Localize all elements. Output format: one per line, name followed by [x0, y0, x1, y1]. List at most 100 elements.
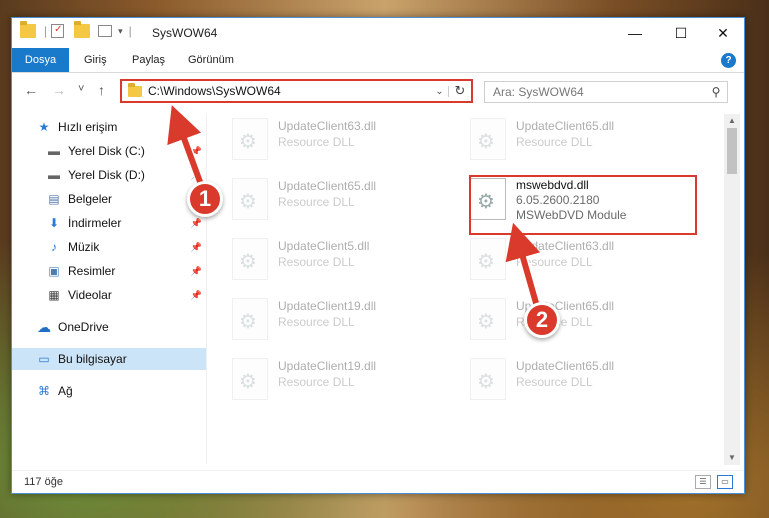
customize-dropdown-icon[interactable]: ▾: [118, 26, 123, 37]
file-type: Resource DLL: [516, 255, 593, 269]
dll-file-icon: [470, 298, 506, 340]
search-box[interactable]: Ara: SysWOW64 ⚲: [484, 81, 728, 103]
step-badge-1: 1: [187, 181, 223, 217]
sidebar-item-downloads[interactable]: ⬇ İndirmeler 📌: [12, 212, 206, 234]
properties-icon[interactable]: ✓: [51, 24, 65, 38]
separator: |: [128, 24, 132, 38]
file-name: UpdateClient5.dll: [278, 239, 370, 253]
dll-file-icon: [232, 178, 268, 220]
file-type: MSWebDVD Module: [516, 208, 627, 222]
address-bar[interactable]: C:\Windows\SysWOW64 ⌄ ↻: [120, 79, 473, 103]
sidebar-item-onedrive[interactable]: ☁ OneDrive: [12, 316, 206, 338]
list-item[interactable]: UpdateClient65.dllResource DLL: [470, 294, 700, 350]
dll-file-icon: [232, 358, 268, 400]
chevron-down-icon[interactable]: ⌄: [431, 85, 449, 97]
drive-icon: ▬: [48, 168, 60, 182]
dll-file-icon: [232, 238, 268, 280]
sidebar-item-label: Belgeler: [68, 192, 113, 206]
file-type: Resource DLL: [278, 315, 355, 329]
pin-icon: 📌: [190, 241, 202, 252]
refresh-icon[interactable]: ↻: [449, 83, 471, 99]
sidebar-item-label: Yerel Disk (C:): [68, 144, 145, 158]
list-item[interactable]: UpdateClient5.dll Resource DLL: [232, 234, 462, 290]
tab-view[interactable]: Görünüm: [178, 48, 244, 72]
sidebar-item-disk-c[interactable]: ▬ Yerel Disk (C:) 📌: [12, 140, 206, 162]
dll-file-icon: [232, 118, 268, 160]
file-name: UpdateClient63.dll: [278, 119, 377, 133]
file-name: UpdateClient65.dll: [278, 179, 377, 193]
sidebar-item-label: Videolar: [68, 288, 112, 302]
tab-file[interactable]: Dosya: [12, 48, 69, 72]
status-bar: 117 öğe ☰ ▭: [12, 470, 744, 492]
sidebar-item-quick-access[interactable]: ★ Hızlı erişim: [12, 116, 206, 138]
list-item-mswebdvd[interactable]: mswebdvd.dll 6.05.2600.2180 MSWebDVD Mod…: [470, 174, 700, 230]
file-type: Resource DLL: [516, 375, 593, 389]
network-icon: ⌘: [38, 384, 50, 398]
sidebar-item-music[interactable]: ♪ Müzik 📌: [12, 236, 206, 258]
dll-file-icon: [470, 178, 506, 220]
file-type: Resource DLL: [278, 375, 355, 389]
sidebar-item-label: İndirmeler: [68, 216, 122, 230]
minimize-button[interactable]: —: [612, 18, 658, 48]
vertical-scrollbar[interactable]: ▲ ▼: [724, 114, 740, 465]
file-name: UpdateClient63.dll: [516, 239, 615, 253]
help-button[interactable]: ?: [721, 53, 736, 68]
sidebar-item-videos[interactable]: ▦ Videolar 📌: [12, 284, 206, 306]
navigation-pane: ★ Hızlı erişim ▬ Yerel Disk (C:) 📌 ▬ Yer…: [12, 114, 206, 464]
file-name: UpdateClient65.dll: [516, 359, 615, 373]
pictures-icon: ▣: [48, 264, 60, 278]
sidebar-item-network[interactable]: ⌘ Ağ: [12, 380, 206, 402]
documents-icon: ▤: [48, 192, 60, 206]
new-folder-icon[interactable]: [74, 21, 91, 38]
list-item[interactable]: UpdateClient63.dll Resource DLL: [232, 114, 462, 170]
list-item[interactable]: UpdateClient65.dll Resource DLL: [470, 354, 700, 410]
details-view-icon[interactable]: ☰: [695, 475, 711, 489]
sidebar-item-label: Bu bilgisayar: [58, 352, 127, 366]
computer-icon: ▭: [38, 352, 50, 366]
scroll-up-icon[interactable]: ▲: [724, 114, 740, 128]
forward-button[interactable]: →: [52, 82, 66, 98]
sidebar-item-label: OneDrive: [58, 320, 109, 334]
list-item[interactable]: UpdateClient19.dll Resource DLL: [232, 354, 462, 410]
list-item[interactable]: UpdateClient65.dllResource DLL: [470, 114, 700, 170]
file-type: Resource DLL: [278, 135, 355, 149]
maximize-button[interactable]: ☐: [658, 18, 704, 48]
file-name: UpdateClient19.dll: [278, 359, 377, 373]
file-list: UpdateClient63.dll Resource DLL UpdateCli…: [218, 112, 724, 464]
sidebar-item-label: Hızlı erişim: [58, 120, 118, 134]
sidebar-item-label: Resimler: [68, 264, 116, 278]
pin-icon: 📌: [190, 217, 202, 228]
window-title: SysWOW64: [152, 26, 218, 40]
tab-home[interactable]: Giriş: [74, 48, 117, 72]
back-button[interactable]: ←: [24, 82, 38, 98]
tab-share[interactable]: Paylaş: [122, 48, 175, 72]
scroll-thumb[interactable]: [727, 128, 737, 174]
close-button[interactable]: ✕: [700, 18, 746, 48]
dll-file-icon: [470, 118, 506, 160]
folder-icon: [128, 82, 142, 97]
up-button[interactable]: ↑: [98, 82, 105, 98]
address-path[interactable]: C:\Windows\SysWOW64: [148, 84, 431, 98]
download-icon: ⬇: [48, 216, 60, 230]
sidebar-item-pictures[interactable]: ▣ Resimler 📌: [12, 260, 206, 282]
list-item[interactable]: UpdateClient63.dll Resource DLL: [470, 234, 700, 290]
pin-icon: 📌: [190, 265, 202, 276]
separator: |: [44, 24, 48, 38]
explorer-window: | ✓ ▾ | SysWOW64 — ☐ ✕ Dosya Giriş Payla…: [11, 17, 745, 494]
file-name: mswebdvd.dll: [516, 178, 589, 192]
sidebar-item-label: Ağ: [58, 384, 73, 398]
file-type: Resource DLL: [516, 135, 593, 149]
view-icon[interactable]: [98, 25, 113, 37]
search-input[interactable]: Ara: SysWOW64: [493, 85, 705, 99]
list-item[interactable]: UpdateClient19.dll Resource DLL: [232, 294, 462, 350]
scroll-down-icon[interactable]: ▼: [724, 451, 740, 465]
star-icon: ★: [38, 120, 50, 134]
sidebar-item-documents[interactable]: ▤ Belgeler 📌: [12, 188, 206, 210]
tiles-view-icon[interactable]: ▭: [717, 475, 733, 489]
recent-locations-button[interactable]: ˅: [78, 83, 84, 95]
pane-divider[interactable]: [206, 114, 207, 464]
list-item[interactable]: UpdateClient65.dllResource DLL: [232, 174, 462, 230]
file-version: 6.05.2600.2180: [516, 193, 600, 207]
sidebar-item-this-pc[interactable]: ▭ Bu bilgisayar: [12, 348, 206, 370]
sidebar-item-disk-d[interactable]: ▬ Yerel Disk (D:) 📌: [12, 164, 206, 186]
